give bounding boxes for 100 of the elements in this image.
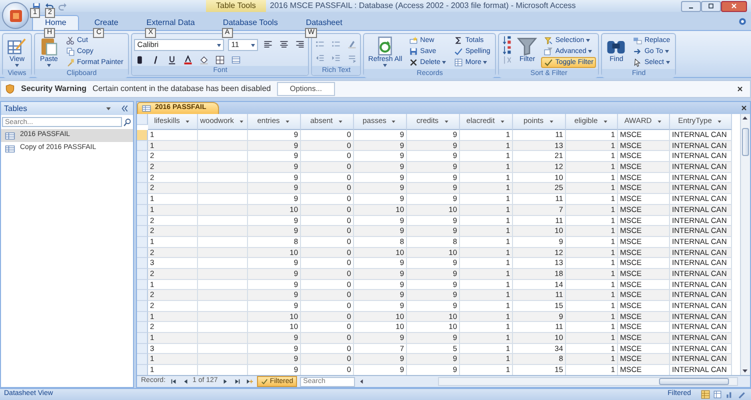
- sort-ascending-icon: [502, 35, 512, 45]
- horizontal-scrollbar[interactable]: [438, 377, 738, 386]
- row-selector[interactable]: [137, 216, 148, 226]
- dropdown-arrow-icon: [602, 118, 609, 125]
- close-icon: [730, 2, 738, 10]
- sort-button[interactable]: [501, 35, 514, 45]
- align-right-icon: [295, 39, 306, 49]
- dropdown-arrow-icon: [483, 61, 488, 64]
- scissors-icon: [66, 36, 75, 45]
- row-selector[interactable]: [137, 172, 148, 184]
- help-icon[interactable]: [738, 17, 747, 26]
- redo-icon[interactable]: [58, 2, 67, 10]
- vertical-scrollbar[interactable]: [740, 114, 750, 375]
- row-selector[interactable]: [137, 204, 148, 216]
- fill-color-icon: [199, 55, 210, 65]
- record-nav-button[interactable]: [244, 376, 254, 386]
- record-nav-button[interactable]: [232, 376, 242, 386]
- dropdown-arrow-icon: [586, 39, 590, 42]
- scrollbar-thumb[interactable]: [659, 378, 729, 385]
- last-record-icon: [234, 378, 241, 385]
- row-selector[interactable]: [137, 258, 148, 269]
- rich-text-button[interactable]: [346, 53, 358, 63]
- sort-button[interactable]: [501, 45, 514, 55]
- maximize-icon: [707, 2, 715, 10]
- text-direction-icon: [347, 53, 358, 63]
- clear-sort-icon: [502, 55, 512, 65]
- select-all-button[interactable]: [137, 114, 148, 125]
- row-selector[interactable]: [137, 322, 148, 334]
- dropdown-arrow-icon: [665, 50, 670, 53]
- gridlines-icon: [215, 55, 226, 65]
- dropdown-arrow-icon: [390, 118, 398, 125]
- align-button[interactable]: [294, 39, 306, 49]
- scrollbar-thumb[interactable]: [742, 128, 749, 156]
- row-selector[interactable]: [137, 301, 148, 312]
- ribbon-tab[interactable]: Datasheet: [292, 15, 356, 30]
- align-button[interactable]: [262, 39, 274, 49]
- font-color-icon: [183, 55, 194, 65]
- numbering-icon: [331, 39, 342, 49]
- underline-icon: [167, 55, 178, 65]
- row-selector[interactable]: [137, 344, 148, 354]
- new-record-icon: [409, 36, 418, 45]
- warning-title: Security Warning: [21, 84, 86, 94]
- alternate-fill-icon: [231, 55, 242, 65]
- spelling-check-icon: [454, 47, 464, 56]
- pane-title: Tables: [4, 104, 28, 114]
- rich-text-button[interactable]: [314, 39, 326, 49]
- record-nav-button[interactable]: [168, 376, 178, 386]
- undo-icon[interactable]: [45, 2, 54, 10]
- ribbon-tab[interactable]: Database Tools: [210, 15, 291, 30]
- close-icon: [736, 85, 744, 93]
- copy-icon: [66, 47, 75, 56]
- context-tab-label: Table Tools: [206, 0, 266, 12]
- view-button[interactable]: [711, 388, 723, 400]
- row-selector[interactable]: [137, 162, 148, 173]
- next-record-icon: [222, 378, 229, 385]
- row-selector[interactable]: [137, 183, 148, 194]
- dropdown-arrow-icon: [184, 118, 191, 125]
- row-selector[interactable]: [137, 236, 148, 248]
- row-selector[interactable]: [137, 365, 148, 376]
- maximize-button[interactable]: [701, 0, 721, 12]
- row-selector[interactable]: [137, 140, 148, 152]
- row-selector[interactable]: [137, 194, 148, 205]
- office-button[interactable]: [2, 2, 29, 29]
- dropdown-arrow-icon: [238, 118, 245, 125]
- close-button[interactable]: [721, 0, 747, 12]
- format-button[interactable]: [198, 55, 210, 65]
- rich-text-button[interactable]: [346, 39, 358, 49]
- rich-text-button[interactable]: [314, 53, 326, 63]
- rich-text-button[interactable]: [330, 39, 342, 49]
- dropdown-arrow-icon: [251, 44, 256, 46]
- new-record-icon: [246, 378, 253, 385]
- view-button[interactable]: [699, 388, 711, 400]
- rich-text-button[interactable]: [330, 53, 342, 63]
- row-selector[interactable]: [137, 290, 148, 301]
- ribbon-tab[interactable]: Create: [81, 15, 132, 30]
- row-selector[interactable]: [137, 354, 148, 366]
- sort-descending-icon: [502, 45, 512, 55]
- row-selector[interactable]: [137, 248, 148, 258]
- pivot-table-icon: [712, 390, 722, 399]
- row-selector[interactable]: [137, 280, 148, 290]
- align-button[interactable]: [278, 39, 290, 49]
- decrease-indent-icon: [315, 53, 326, 63]
- row-selector[interactable]: [137, 333, 148, 344]
- dropdown-arrow-icon: [656, 118, 663, 125]
- check-filter-icon: [260, 378, 268, 385]
- highlight-icon: [347, 39, 358, 49]
- advanced-filter-icon: [544, 47, 554, 56]
- save-icon: [409, 47, 418, 56]
- row-selector[interactable]: [137, 312, 148, 322]
- format-button[interactable]: [182, 55, 194, 65]
- row-selector[interactable]: [137, 226, 148, 237]
- row-selector[interactable]: [137, 268, 148, 280]
- row-selector[interactable]: [137, 151, 148, 162]
- format-button[interactable]: [214, 55, 226, 65]
- arrow-right-icon: [633, 47, 642, 56]
- ribbon-tab[interactable]: External Data: [133, 15, 208, 30]
- ribbon-tab[interactable]: Home: [32, 15, 80, 30]
- align-left-icon: [263, 39, 274, 49]
- table-icon: [5, 130, 15, 140]
- collapse-icon: [120, 104, 128, 113]
